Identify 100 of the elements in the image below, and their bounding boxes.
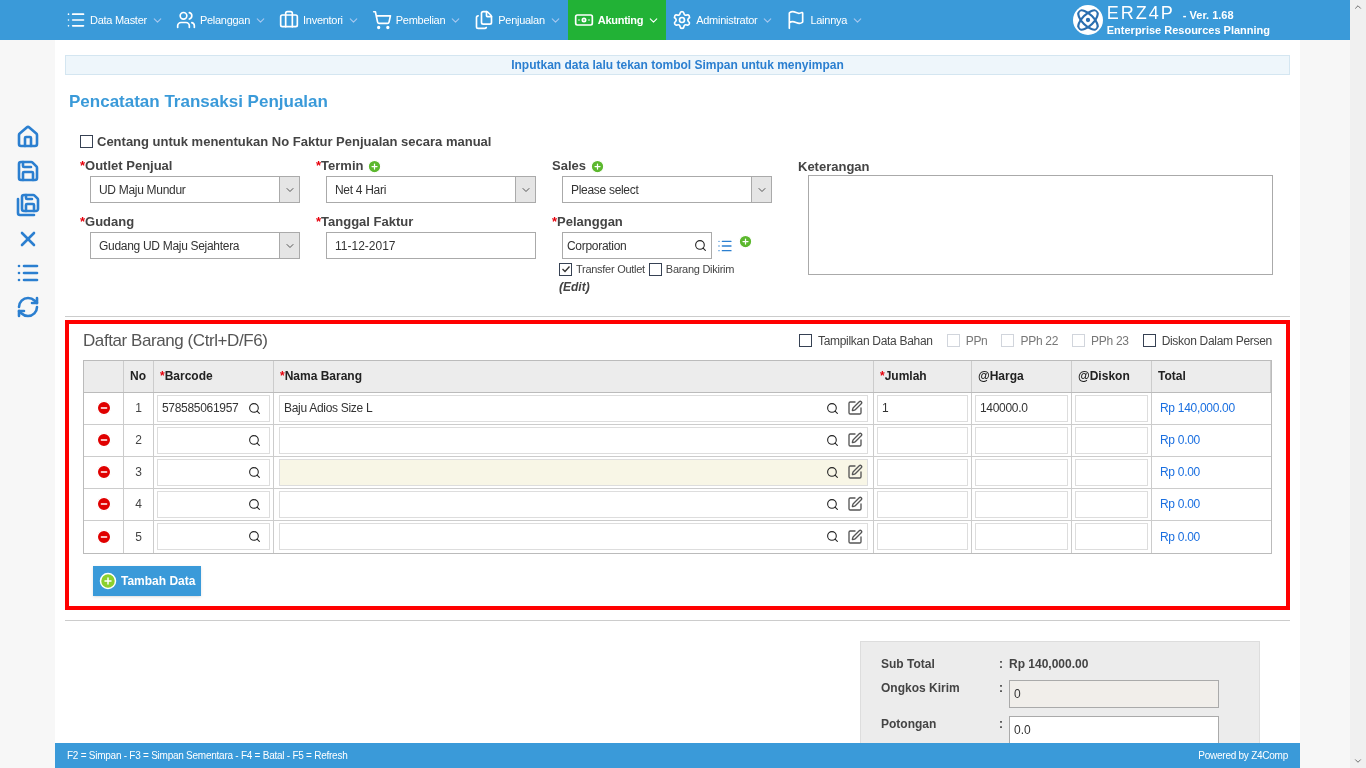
search-icon[interactable] — [248, 401, 261, 415]
cell-input[interactable] — [975, 523, 1068, 550]
notice-banner: Inputkan data lalu tekan tombol Simpan untuk menyimpan — [65, 55, 1290, 75]
cell-input[interactable] — [975, 426, 1068, 454]
cell-input[interactable]: 1 — [877, 394, 968, 422]
cell-input[interactable] — [877, 523, 968, 550]
logo-icon — [1072, 5, 1103, 35]
remove-icon[interactable] — [95, 432, 112, 448]
search-field[interactable]: Corporation — [562, 232, 712, 259]
column-header: *Jumlah — [874, 360, 972, 392]
cell-input[interactable] — [877, 458, 968, 486]
cell-input[interactable] — [1075, 426, 1148, 454]
row-number: 2 — [124, 424, 154, 456]
search-icon[interactable] — [826, 465, 839, 479]
column-header: @Harga — [972, 360, 1072, 392]
shortcut-hint: F2 = Simpan - F3 = Simpan Sementara - F4 = Batal - F5 = Refresh — [67, 749, 348, 763]
save-icon[interactable] — [15, 159, 40, 183]
section-title: Daftar Barang (Ctrl+D/F6) — [83, 329, 268, 352]
checkbox[interactable] — [1142, 334, 1156, 347]
remove-icon[interactable] — [95, 528, 112, 545]
search-icon[interactable] — [826, 497, 839, 511]
checkbox[interactable] — [798, 334, 812, 347]
powered-by-text: Powered by Z4Comp — [1198, 749, 1288, 763]
scroll-down-icon[interactable] — [1353, 756, 1363, 766]
column-header: @Diskon — [1072, 360, 1152, 392]
cell-input[interactable] — [877, 490, 968, 518]
gear-icon — [672, 10, 693, 30]
select-field[interactable]: Net 4 Hari — [326, 176, 536, 203]
home-icon[interactable] — [15, 125, 40, 149]
field-label: Keterangan — [798, 158, 871, 175]
date-field[interactable]: 11-12-2017 — [326, 232, 536, 259]
edit-icon[interactable] — [847, 528, 863, 545]
cell-input[interactable] — [157, 490, 270, 518]
checkbox-label: Barang Dikirim — [665, 262, 735, 277]
cell-input[interactable] — [975, 490, 1068, 518]
select-field[interactable]: Please select — [562, 176, 772, 203]
edit-icon[interactable] — [847, 400, 863, 416]
field-label: Sales — [552, 157, 586, 176]
field-label: *Pelanggan — [552, 213, 623, 232]
cell-input[interactable]: 140000.0 — [975, 394, 1068, 422]
add-icon[interactable] — [367, 158, 383, 174]
edit-icon[interactable] — [847, 464, 863, 480]
checkbox[interactable] — [648, 262, 662, 276]
edit-icon[interactable] — [847, 496, 863, 512]
cell-input[interactable] — [157, 523, 270, 550]
edit-link[interactable]: (Edit) — [559, 277, 772, 296]
edit-icon[interactable] — [847, 432, 863, 448]
search-icon[interactable] — [826, 433, 839, 447]
column-header: Total — [1152, 360, 1271, 392]
select-field[interactable]: Gudang UD Maju Sejahtera — [90, 232, 300, 259]
cell-input[interactable] — [157, 458, 270, 486]
cell-input[interactable] — [877, 426, 968, 454]
discount-field[interactable]: 0.0 — [1009, 715, 1219, 743]
select-field[interactable]: UD Maju Mundur — [90, 176, 300, 203]
checkbox[interactable] — [559, 262, 572, 276]
flag-icon — [786, 10, 807, 30]
notes-textarea[interactable] — [808, 175, 1273, 275]
row-number: 4 — [124, 488, 154, 520]
remove-icon[interactable] — [95, 496, 112, 512]
documents-icon — [474, 10, 495, 30]
cell-input[interactable] — [1075, 490, 1148, 518]
shipping-field: 0 — [1009, 679, 1219, 708]
cell-input[interactable] — [157, 426, 270, 454]
add-icon[interactable] — [590, 158, 605, 174]
cell-input[interactable] — [975, 458, 1068, 486]
refresh-icon[interactable] — [15, 295, 40, 319]
total-cell-text: Rp 0.00 — [1159, 432, 1201, 449]
checkbox-label: Diskon Dalam Persen — [1161, 332, 1272, 350]
checkbox[interactable] — [80, 134, 93, 148]
search-icon[interactable] — [248, 433, 261, 447]
total-cell-text: Rp 0.00 — [1159, 464, 1201, 481]
add-icon — [99, 571, 117, 590]
scroll-up-icon[interactable] — [1353, 2, 1363, 12]
subtotal-value: Rp 140,000.00 — [1009, 655, 1089, 673]
cell-input[interactable] — [279, 523, 868, 550]
cell-input[interactable]: Baju Adios Size L — [279, 394, 868, 422]
checkbox-label: PPh 22 — [1020, 332, 1059, 350]
search-icon[interactable] — [826, 530, 839, 543]
search-icon[interactable] — [694, 239, 707, 252]
search-icon[interactable] — [248, 497, 261, 511]
save-all-icon[interactable] — [15, 193, 40, 217]
search-icon[interactable] — [248, 465, 261, 479]
cell-input[interactable]: 578585061957 — [157, 394, 270, 422]
remove-icon[interactable] — [95, 464, 112, 480]
cell-input[interactable] — [1075, 458, 1148, 486]
cell-input[interactable] — [1075, 523, 1148, 550]
remove-icon[interactable] — [95, 400, 112, 416]
people-icon — [175, 10, 196, 30]
cell-input[interactable] — [1075, 394, 1148, 422]
brand-tagline: Enterprise Resources Planning — [1106, 24, 1270, 39]
colon-text: : — [999, 679, 1004, 697]
search-icon[interactable] — [248, 530, 261, 543]
add-icon[interactable] — [738, 234, 753, 249]
cell-input[interactable] — [279, 458, 868, 486]
row-number: 3 — [124, 456, 154, 488]
cell-input[interactable] — [279, 426, 868, 454]
cell-input[interactable] — [279, 490, 868, 518]
search-icon[interactable] — [826, 401, 839, 415]
row-number: 1 — [124, 392, 154, 424]
version-label: - Ver. 1.68 — [1182, 8, 1234, 23]
